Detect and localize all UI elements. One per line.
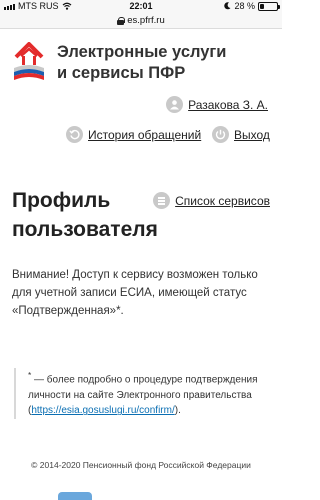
history-icon: [66, 126, 83, 143]
address-bar[interactable]: es.pfrf.ru: [0, 13, 282, 29]
page-title-line2: пользователя: [12, 218, 158, 241]
access-notice: Внимание! Доступ к сервису возможен толь…: [12, 269, 258, 317]
site-title-line2: и сервисы ПФР: [57, 64, 186, 82]
note-end: ).: [174, 405, 181, 417]
services-list-link[interactable]: Список сервисов: [153, 192, 270, 209]
moon-icon: [224, 2, 231, 10]
list-icon: [153, 192, 171, 209]
user-icon: [166, 96, 184, 113]
page-title-line1: Профиль: [12, 189, 111, 212]
user-profile-link[interactable]: Разакова З. А.: [166, 96, 268, 113]
logout-icon: [212, 126, 229, 143]
status-bar: MTS RUS 22:01 28 %: [0, 0, 282, 13]
user-name[interactable]: Разакова З. А.: [188, 98, 268, 112]
battery-level: [260, 3, 265, 9]
battery-percent: 28 %: [234, 1, 255, 11]
logout-label[interactable]: Выход: [234, 128, 270, 142]
lock-icon: [117, 16, 126, 25]
site-title-line1: Электронные услуги: [57, 43, 227, 61]
logout-link[interactable]: Выход: [212, 126, 270, 143]
battery-icon: [258, 1, 280, 11]
pfr-logo[interactable]: [12, 42, 46, 82]
services-list-label[interactable]: Список сервисов: [175, 194, 270, 208]
status-right: 28 %: [224, 1, 280, 11]
history-label[interactable]: История обращений: [88, 128, 201, 142]
footer-copyright: © 2014-2020 Пенсионный фонд Российской Ф…: [31, 460, 251, 470]
history-link[interactable]: История обращений: [66, 126, 201, 143]
page-title: Профиль пользователя: [12, 186, 162, 244]
site-title: Электронные услуги и сервисы ПФР: [57, 42, 226, 84]
bottom-button[interactable]: [58, 492, 92, 500]
confirmation-note: * — более подробно о процедуре подтвержд…: [14, 368, 272, 419]
url-text: es.pfrf.ru: [127, 15, 165, 26]
esia-confirm-link[interactable]: https://esia.gosuslugi.ru/confirm/: [31, 405, 174, 416]
